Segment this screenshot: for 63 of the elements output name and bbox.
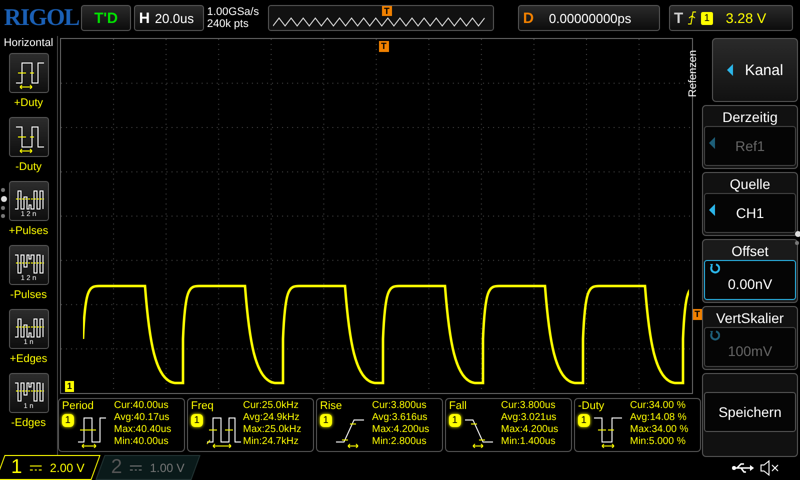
dc-coupling-icon: [30, 464, 42, 472]
brand-logo: RIGOL: [4, 4, 78, 32]
left-arrow-icon: [709, 204, 715, 216]
measurement-value: Avg:3.021us: [501, 412, 558, 424]
menu-option-title: VertSkalier: [716, 309, 784, 327]
measurement-value: Min:2.800us: [372, 436, 428, 448]
left-arrow-icon: [709, 137, 715, 149]
timebase-field[interactable]: H 20.0us: [134, 5, 204, 31]
save-button[interactable]: Speichern: [704, 392, 796, 432]
menu-title: Horizontal: [4, 36, 54, 51]
source-badge: 1: [191, 414, 203, 427]
menu-value-field[interactable]: CH1: [704, 193, 796, 233]
trigger-source: 1: [701, 12, 713, 24]
menu-option-title: Offset: [731, 242, 769, 260]
measurement-value: Min:24.7kHz: [243, 436, 300, 448]
trigger-position-marker: T: [382, 6, 392, 16]
mute-icon: [760, 460, 780, 476]
source-badge: 1: [62, 414, 74, 427]
menu-option-title: Quelle: [730, 175, 770, 193]
channel-indicator[interactable]: 1 2.00 V: [0, 455, 100, 480]
measurement-value: Avg:24.9kHz: [243, 412, 301, 424]
dc-coupling-icon: [130, 464, 142, 472]
measurement-value: Max:40.40us: [114, 424, 172, 436]
measurement-value: Avg:40.17us: [114, 412, 170, 424]
measurement-value: Max:4.200us: [372, 424, 430, 436]
menu-option-title: Derzeitig: [722, 108, 778, 126]
channel-marker: 1: [65, 381, 74, 392]
menu-value-field[interactable]: 0.00nV: [704, 260, 796, 300]
measurement-value: Min:5.000 %: [630, 436, 687, 448]
source-badge: 1: [449, 414, 461, 427]
measurement-value: Cur:40.00us: [114, 400, 170, 412]
knob-icon: [709, 263, 720, 274]
measurement-name: Rise: [320, 400, 344, 412]
source-badge: 1: [320, 414, 332, 427]
knob-icon: [709, 330, 720, 341]
measurement-name: Freq: [191, 400, 215, 412]
left-arrow-icon: [726, 64, 733, 76]
measurement-value: Min:40.00us: [114, 436, 170, 448]
trigger-level-marker: T: [692, 309, 702, 320]
measurement-value: Avg:3.616us: [372, 412, 428, 424]
measurement-value: Avg:14.08 %: [630, 412, 688, 424]
trigger-time-marker: T: [379, 41, 388, 52]
delay-field[interactable]: D 0.00000000ps: [518, 5, 660, 31]
source-badge: 1: [578, 414, 590, 427]
trigger-field[interactable]: T 1 3.28 V: [669, 5, 793, 31]
measurement-value: Cur:3.800us: [501, 400, 556, 412]
measurement-value: Cur:25.0kHz: [243, 400, 300, 412]
menu-side-label: Refenzen: [687, 50, 699, 98]
measurement-value: Max:25.0kHz: [243, 424, 302, 436]
run-status[interactable]: T'D: [81, 5, 131, 31]
measurement-name: Period: [62, 400, 95, 412]
usb-icon: [732, 462, 754, 474]
measurement-value: Cur:34.00 %: [630, 400, 687, 412]
measurement-name: -Duty: [578, 400, 606, 412]
acquisition-info: 1.00GSa/s 240k pts: [207, 6, 260, 30]
measurement-value: Max:4.200us: [501, 424, 560, 436]
measurement-value: Cur:3.800us: [372, 400, 428, 412]
measurement-value: Max:34.00 %: [630, 424, 690, 436]
rising-edge-icon: [688, 11, 696, 25]
measurement-name: Fall: [449, 400, 468, 412]
menu-button[interactable]: Kanal: [712, 38, 798, 102]
measurement-value: Min:1.400us: [501, 436, 556, 448]
channel-indicator[interactable]: 2 1.00 V: [95, 455, 200, 480]
